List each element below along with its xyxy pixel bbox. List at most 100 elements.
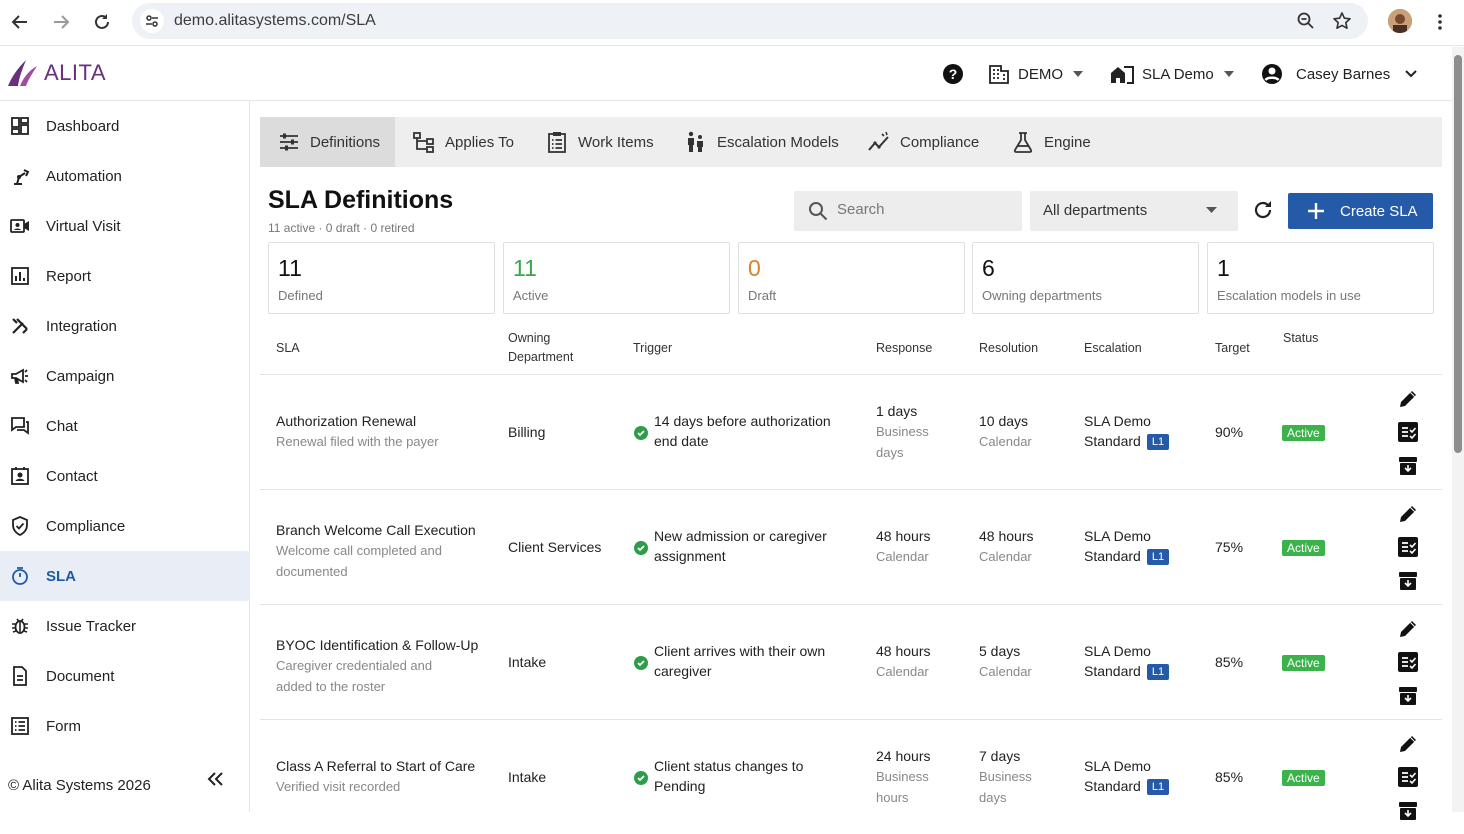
archive-icon[interactable]: [1397, 800, 1419, 822]
organization-selector[interactable]: DEMO: [988, 61, 1083, 87]
forward-icon[interactable]: [49, 10, 73, 34]
refresh-icon[interactable]: [1252, 199, 1274, 221]
archive-icon[interactable]: [1397, 685, 1419, 707]
archive-icon[interactable]: [1397, 570, 1419, 592]
robot-arm-icon: [10, 166, 30, 186]
site-settings-icon[interactable]: [140, 9, 164, 33]
check-circle-icon: [634, 771, 648, 785]
workspace-selector[interactable]: SLA Demo: [1110, 61, 1234, 87]
collapse-sidebar-icon[interactable]: [204, 768, 226, 790]
bookmark-star-icon[interactable]: [1332, 11, 1352, 31]
tab-engine[interactable]: Engine: [1012, 117, 1091, 167]
chat-icon: [10, 416, 30, 436]
help-icon[interactable]: ?: [942, 61, 964, 87]
edit-icon[interactable]: [1397, 618, 1419, 640]
sidebar-item-compliance[interactable]: Compliance: [0, 501, 250, 551]
document-icon: [10, 666, 30, 686]
zoom-icon[interactable]: [1296, 11, 1316, 31]
search-input[interactable]: [837, 201, 1007, 218]
column-header-resolution[interactable]: Resolution: [979, 339, 1038, 358]
stat-label: Draft: [748, 288, 777, 303]
tab-escalation-models[interactable]: Escalation Models: [685, 117, 839, 167]
timer-icon: [10, 566, 30, 586]
checklist-icon[interactable]: [1397, 651, 1419, 673]
create-sla-button[interactable]: Create SLA: [1288, 193, 1433, 229]
tab-applies-to[interactable]: Applies To: [413, 117, 514, 167]
checklist-icon[interactable]: [1397, 421, 1419, 443]
column-header-line: Department: [508, 350, 574, 364]
edit-icon[interactable]: [1397, 503, 1419, 525]
building-icon: [989, 65, 1009, 84]
escalation-cell: SLA Demo Standard L1: [1084, 756, 1170, 796]
app-header: ALITA ? DEMO SLA Demo Casey Barnes: [0, 47, 1452, 101]
sidebar-item-sla[interactable]: SLA: [0, 551, 250, 601]
stat-value: 11: [278, 255, 302, 281]
column-header-status[interactable]: Status: [1283, 329, 1318, 348]
checklist-icon[interactable]: [1397, 536, 1419, 558]
sla-name[interactable]: Authorization Renewal: [276, 411, 496, 431]
sidebar-item-chat[interactable]: Chat: [0, 401, 250, 451]
sidebar-item-automation[interactable]: Automation: [0, 151, 250, 201]
caret-down-icon: [1223, 71, 1234, 77]
escalation-model: Standard: [1084, 548, 1141, 564]
sidebar-item-campaign[interactable]: Campaign: [0, 351, 250, 401]
sidebar-item-contact[interactable]: Contact: [0, 451, 250, 501]
sidebar-item-label: Integration: [46, 317, 117, 335]
alita-logo[interactable]: ALITA: [6, 58, 106, 88]
sidebar-item-form[interactable]: Form: [0, 701, 250, 751]
tab-compliance[interactable]: Compliance: [868, 117, 979, 167]
back-icon[interactable]: [8, 10, 32, 34]
search-box[interactable]: [794, 191, 1022, 231]
scrollbar[interactable]: [1452, 47, 1464, 812]
archive-icon[interactable]: [1397, 455, 1419, 477]
edit-icon[interactable]: [1397, 388, 1419, 410]
column-header-escalation[interactable]: Escalation: [1084, 339, 1142, 358]
tab-label: Engine: [1044, 133, 1091, 151]
plus-icon: [1308, 203, 1324, 219]
sla-description: added to the roster: [276, 679, 386, 694]
alita-logo-mark: [8, 60, 37, 86]
address-bar[interactable]: demo.alitasystems.com/SLA: [132, 3, 1368, 39]
column-header-owning-department[interactable]: Owning Department: [508, 329, 573, 367]
url-text[interactable]: demo.alitasystems.com/SLA: [174, 12, 376, 30]
sidebar-item-document[interactable]: Document: [0, 651, 250, 701]
column-header-sla[interactable]: SLA: [276, 339, 300, 358]
user-menu[interactable]: Casey Barnes: [1261, 61, 1417, 87]
resolution-cell: 5 days Calendar: [979, 641, 1032, 682]
sla-name[interactable]: Branch Welcome Call Execution: [276, 520, 496, 540]
table-row[interactable]: Authorization Renewal Renewal filed with…: [260, 374, 1442, 489]
sidebar-item-label: Dashboard: [46, 117, 120, 135]
browser-menu-icon[interactable]: [1432, 10, 1448, 34]
tab-definitions[interactable]: Definitions: [260, 117, 395, 167]
sidebar-item-dashboard[interactable]: Dashboard: [0, 101, 250, 151]
stat-label: Active: [513, 288, 549, 303]
column-header-response[interactable]: Response: [876, 339, 932, 358]
column-header-target[interactable]: Target: [1215, 339, 1250, 358]
check-circle-icon: [634, 426, 648, 440]
target-value: 85%: [1215, 654, 1244, 670]
response-cell: 48 hours Calendar: [876, 641, 930, 682]
sidebar-item-issue-tracker[interactable]: Issue Tracker: [0, 601, 250, 651]
tab-work-items[interactable]: Work Items: [546, 117, 654, 167]
sidebar-item-integration[interactable]: Integration: [0, 301, 250, 351]
sidebar-item-report[interactable]: Report: [0, 251, 250, 301]
status-badge: Active: [1282, 770, 1325, 786]
form-list-icon: [10, 716, 30, 736]
department-filter[interactable]: All departments: [1030, 191, 1238, 231]
response-cell: 1 days Business days: [876, 401, 929, 463]
scrollbar-thumb[interactable]: [1454, 55, 1462, 453]
sidebar-item-virtual-visit[interactable]: Virtual Visit: [0, 201, 250, 251]
trigger-text: caregiver: [654, 663, 712, 679]
edit-icon[interactable]: [1397, 733, 1419, 755]
sla-name[interactable]: Class A Referral to Start of Care: [276, 756, 496, 776]
reload-icon[interactable]: [90, 10, 114, 34]
response-unit: Calendar: [876, 664, 929, 679]
table-row[interactable]: Class A Referral to Start of Care Verifi…: [260, 719, 1442, 834]
table-row[interactable]: Branch Welcome Call Execution Welcome ca…: [260, 489, 1442, 604]
table-row[interactable]: BYOC Identification & Follow-Up Caregive…: [260, 604, 1442, 719]
checklist-icon[interactable]: [1397, 766, 1419, 788]
profile-avatar[interactable]: [1388, 9, 1412, 33]
sla-name[interactable]: BYOC Identification & Follow-Up: [276, 635, 496, 655]
column-header-trigger[interactable]: Trigger: [633, 339, 672, 358]
logo-text: ALITA: [44, 60, 107, 85]
